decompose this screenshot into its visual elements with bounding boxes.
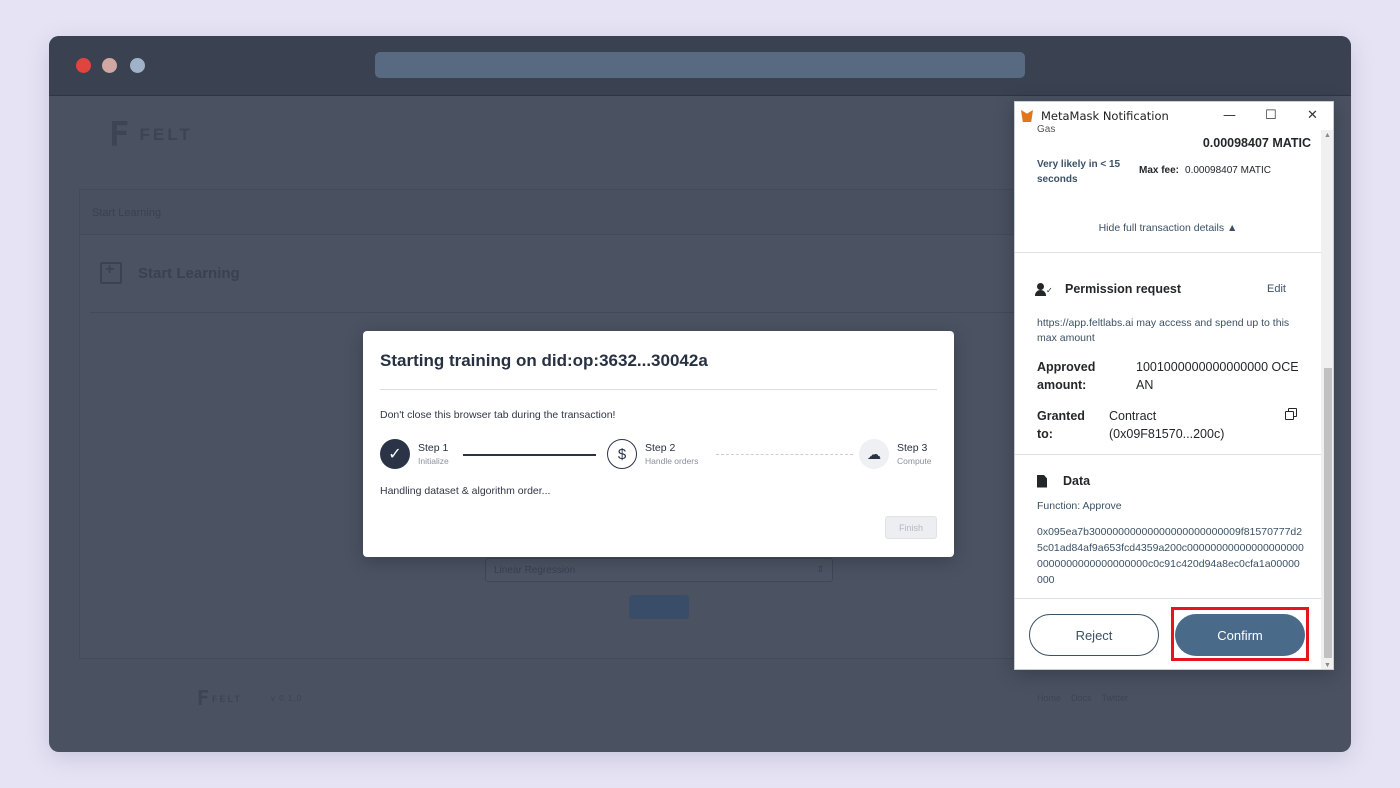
metamask-notification-window: MetaMask Notification — ☐ ✕ Gas 0.000984… <box>1014 101 1334 670</box>
felt-logo[interactable]: F FELT <box>109 115 193 155</box>
metamask-fox-icon <box>1021 110 1033 122</box>
cloud-icon: ☁ <box>859 439 889 469</box>
edit-permission-link[interactable]: Edit <box>1267 283 1286 295</box>
scrollbar-thumb[interactable] <box>1324 368 1332 658</box>
granted-to-label: Granted to: <box>1037 409 1085 441</box>
start-learning-heading: Start Learning <box>100 261 240 284</box>
finish-button[interactable]: Finish <box>885 516 937 539</box>
step-compute: ☁ Step 3 Compute <box>859 439 932 469</box>
footer: F FELT v 0.1.0 Home Docs Twitter <box>49 686 1351 726</box>
model-select[interactable]: Linear Regression ⇕ <box>485 558 833 582</box>
training-modal: Starting training on did:op:3632...30042… <box>363 331 954 557</box>
max-fee: Max fee: 0.00098407 MATIC <box>1139 165 1271 176</box>
document-icon <box>1037 474 1047 488</box>
approved-amount-value: 1001000000000000000 OCEAN <box>1136 360 1299 392</box>
step-connector-complete <box>463 454 596 456</box>
footer-link-docs[interactable]: Docs <box>1071 693 1092 703</box>
modal-warning: Don't close this browser tab during the … <box>380 409 616 421</box>
footer-link-home[interactable]: Home <box>1037 693 1061 703</box>
footer-links: Home Docs Twitter <box>1037 693 1128 703</box>
approved-amount-label: Approved amount: <box>1037 360 1096 392</box>
modal-title: Starting training on did:op:3632...30042… <box>380 351 708 370</box>
scroll-down-icon[interactable]: ▼ <box>1324 662 1331 669</box>
address-bar[interactable] <box>375 52 1025 78</box>
speed-estimate: Very likely in < 15 seconds <box>1037 159 1121 185</box>
footer-logo-icon: F <box>197 686 210 710</box>
model-select-value: Linear Regression <box>494 565 576 576</box>
footer-logo-text: FELT <box>212 694 242 704</box>
hex-data: 0x095ea7b30000000000000000000000009f8157… <box>1037 526 1304 586</box>
add-box-icon <box>100 261 122 284</box>
data-header: Data <box>1037 474 1090 488</box>
granted-to-value: Contract (0x09F81570...200c) <box>1109 409 1225 441</box>
step-label: Step 3 <box>897 442 928 454</box>
modal-status: Handling dataset & algorithm order... <box>380 485 551 497</box>
permission-title: Permission request <box>1065 282 1182 296</box>
dollar-icon: $ <box>607 439 637 469</box>
close-window-button[interactable] <box>76 58 91 73</box>
step-label: Step 2 <box>645 442 676 454</box>
metamask-titlebar: MetaMask Notification — ☐ ✕ <box>1015 102 1333 130</box>
maximize-window-button[interactable] <box>130 58 145 73</box>
modal-divider <box>380 389 937 390</box>
max-fee-label: Max fee: <box>1139 165 1180 176</box>
scroll-up-icon[interactable]: ▲ <box>1324 132 1331 139</box>
hide-transaction-details-link[interactable]: Hide full transaction details ▲ <box>1015 222 1321 234</box>
footer-version: v 0.1.0 <box>271 694 303 703</box>
felt-logo-text: FELT <box>139 125 193 144</box>
maximize-icon[interactable]: ☐ <box>1265 108 1277 123</box>
step-initialize: ✓ Step 1 Initialize <box>380 439 449 469</box>
divider <box>1015 598 1321 599</box>
chevron-updown-icon: ⇕ <box>816 564 824 574</box>
breadcrumb[interactable]: Start Learning <box>92 207 161 219</box>
divider <box>1015 454 1321 455</box>
gas-label: Gas <box>1037 124 1056 135</box>
step-sublabel: Initialize <box>418 456 449 466</box>
permission-header: ✓ Permission request <box>1035 282 1181 296</box>
copy-icon[interactable] <box>1285 408 1297 420</box>
step-handle-orders: $ Step 2 Handle orders <box>607 439 698 469</box>
data-title: Data <box>1063 474 1091 488</box>
close-icon[interactable]: ✕ <box>1307 108 1318 123</box>
step-connector-pending <box>716 454 853 455</box>
function-name: Function: Approve <box>1037 500 1122 512</box>
confirm-button[interactable]: Confirm <box>1175 614 1305 656</box>
felt-logo-icon: F <box>109 115 130 155</box>
reject-button[interactable]: Reject <box>1029 614 1159 656</box>
max-fee-value: 0.00098407 MATIC <box>1185 165 1271 176</box>
browser-titlebar <box>49 36 1351 96</box>
minimize-icon[interactable]: — <box>1223 108 1236 123</box>
page-title: Start Learning <box>138 264 240 282</box>
step-sublabel: Compute <box>897 456 932 466</box>
metamask-window-title: MetaMask Notification <box>1041 109 1169 123</box>
step-label: Step 1 <box>418 442 449 454</box>
metamask-content: Gas 0.00098407 MATIC Very likely in < 15… <box>1015 124 1321 669</box>
scrollbar[interactable]: ▲ ▼ <box>1321 130 1333 669</box>
step-sublabel: Handle orders <box>645 456 699 466</box>
gas-value: 0.00098407 MATIC <box>1202 136 1311 150</box>
check-icon: ✓ <box>380 439 410 469</box>
divider <box>1015 252 1321 253</box>
permission-description: https://app.feltlabs.ai may access and s… <box>1037 317 1290 344</box>
minimize-window-button[interactable] <box>102 58 117 73</box>
user-check-icon: ✓ <box>1035 282 1053 296</box>
footer-link-twitter[interactable]: Twitter <box>1102 693 1129 703</box>
run-button[interactable] <box>629 595 689 619</box>
